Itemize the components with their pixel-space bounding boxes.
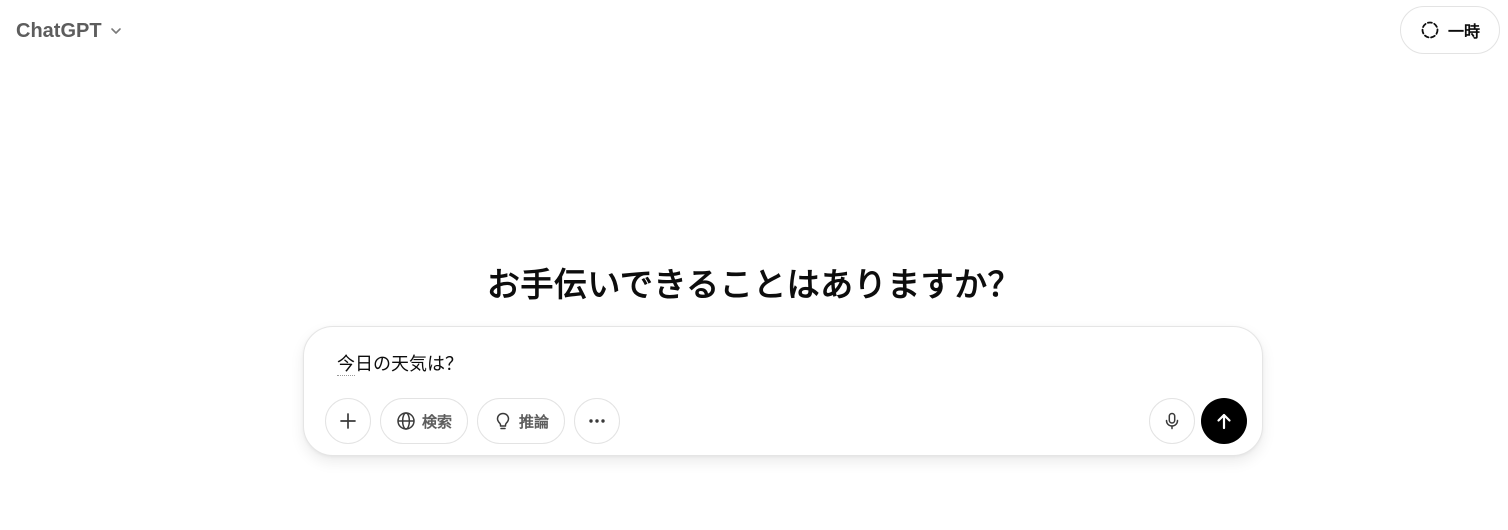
arrow-up-icon <box>1213 410 1235 432</box>
prompt-input[interactable]: 今日の天気は？ <box>337 350 463 376</box>
temporary-chat-button[interactable]: 一時 <box>1400 6 1500 54</box>
lightbulb-icon <box>493 411 513 431</box>
ellipsis-icon <box>587 411 607 431</box>
temporary-chat-label: 一時 <box>1447 22 1480 41</box>
plus-icon <box>338 411 358 431</box>
chevron-down-icon <box>108 23 124 39</box>
prompt-input-first-char: 今 <box>337 354 355 376</box>
composer: 今日の天気は？ 検索 推論 <box>303 326 1263 456</box>
globe-icon <box>396 411 416 431</box>
reason-button-label: 推論 <box>518 412 549 431</box>
model-name: ChatGPT <box>16 19 102 42</box>
prompt-input-text: 日の天気は？ <box>355 354 463 375</box>
dashed-circle-icon <box>1420 20 1440 40</box>
attach-button[interactable] <box>325 398 371 444</box>
search-button[interactable]: 検索 <box>380 398 468 444</box>
chat-page: ChatGPT 一時 お手伝いできることはありますか？ 今日の天気は？ 検索 推… <box>0 0 1508 530</box>
search-button-label: 検索 <box>421 412 452 431</box>
microphone-icon <box>1162 411 1182 431</box>
voice-input-button[interactable] <box>1149 398 1195 444</box>
send-button[interactable] <box>1201 398 1247 444</box>
more-tools-button[interactable] <box>574 398 620 444</box>
page-title: お手伝いできることはありますか？ <box>486 265 1022 304</box>
model-switcher-button[interactable]: ChatGPT <box>8 12 132 50</box>
reason-button[interactable]: 推論 <box>477 398 565 444</box>
